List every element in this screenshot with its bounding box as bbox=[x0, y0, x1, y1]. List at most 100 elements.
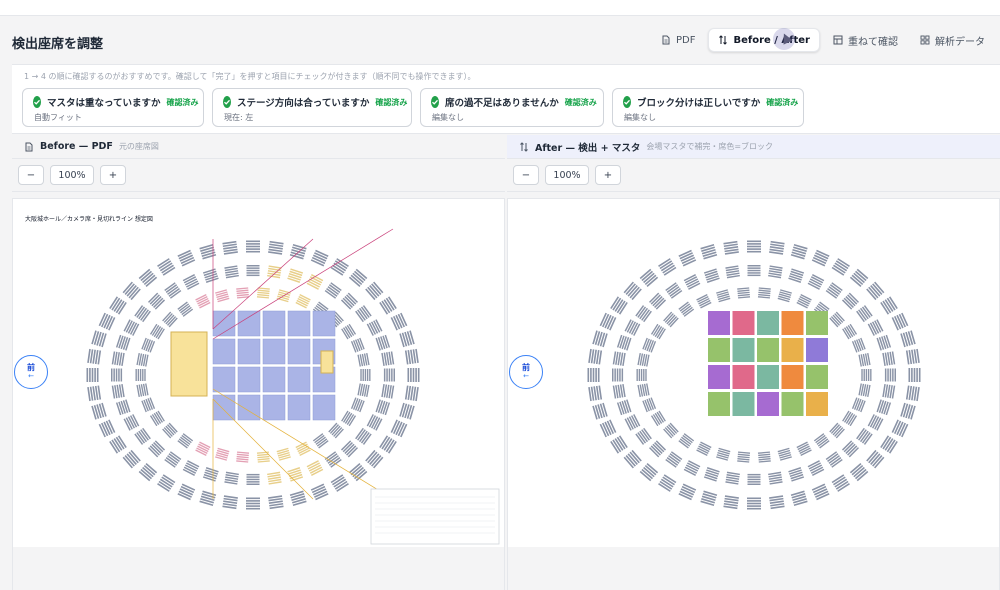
seat-block bbox=[341, 323, 357, 340]
seat-block bbox=[599, 419, 617, 438]
seat-block bbox=[635, 305, 652, 323]
seat-block bbox=[134, 427, 151, 445]
seat-block bbox=[141, 337, 156, 353]
top-strip bbox=[0, 0, 1000, 16]
tab-overlay[interactable]: 重ねて確認 bbox=[824, 28, 907, 52]
tab-analysis[interactable]: 解析データ bbox=[911, 28, 994, 52]
seat-block bbox=[222, 240, 238, 255]
seat-block bbox=[788, 268, 805, 283]
seat-block bbox=[287, 467, 304, 482]
seat-block bbox=[138, 462, 158, 482]
before-pane-subtitle: 元の座席図 bbox=[118, 142, 159, 151]
seat-block bbox=[905, 385, 920, 402]
seat-block bbox=[665, 282, 683, 299]
checklist-cards: マスタは重なっていますか 確認済み 自動フィット ステージ方向は合っていますか … bbox=[22, 88, 804, 127]
seat-block bbox=[825, 282, 843, 299]
seat-block bbox=[849, 268, 869, 288]
check-card-seat-count[interactable]: 席の過不足はありませんか 確認済み 編集なし bbox=[420, 88, 604, 127]
seat-block bbox=[289, 490, 307, 507]
seat-block bbox=[891, 312, 909, 331]
seat-block bbox=[777, 447, 792, 461]
front-label: 前 bbox=[522, 363, 530, 372]
seat-block bbox=[224, 265, 239, 279]
seat-block bbox=[696, 293, 712, 309]
checklist-panel: 1 → 4 の順に確認するのがおすすめです。確認して「完了」を押すと項目にチェッ… bbox=[12, 64, 1000, 134]
file-icon bbox=[25, 142, 33, 151]
seat-block bbox=[375, 334, 391, 351]
seat-block bbox=[813, 433, 830, 449]
seat-block bbox=[624, 319, 641, 336]
check-card-stage-direction[interactable]: ステージ方向は合っていますか 確認済み 現在: 左 bbox=[212, 88, 412, 127]
seat-block bbox=[306, 460, 324, 476]
seat-block bbox=[807, 460, 825, 476]
front-direction-button[interactable]: 前 ← bbox=[509, 355, 543, 389]
seat-block bbox=[147, 292, 166, 310]
seat-block bbox=[725, 265, 740, 279]
seat-block bbox=[149, 323, 165, 340]
seat-block bbox=[202, 467, 219, 482]
check-card-sub: 編集なし bbox=[624, 113, 656, 122]
seat-block bbox=[86, 368, 99, 382]
tab-pdf[interactable]: PDF bbox=[652, 28, 704, 52]
seat-block bbox=[348, 268, 368, 288]
seat-block bbox=[324, 451, 342, 468]
seat-block bbox=[790, 490, 808, 507]
after-canvas[interactable]: 前 ← bbox=[507, 198, 1000, 590]
front-label: 前 bbox=[27, 363, 35, 372]
seat-block bbox=[905, 348, 920, 365]
floor-blocks bbox=[708, 311, 828, 416]
seat-block bbox=[856, 305, 873, 323]
seat-block bbox=[87, 385, 102, 402]
zoom-in-button[interactable]: + bbox=[100, 165, 126, 185]
tab-analysis-label: 解析データ bbox=[935, 36, 985, 48]
seat-block bbox=[867, 414, 884, 431]
seat-block bbox=[723, 240, 739, 255]
after-pane: After — 検出 + マスタ 会場マスタで補完・席色=ブロック − 100%… bbox=[507, 135, 1000, 590]
seat-block bbox=[256, 287, 270, 299]
seat-block bbox=[147, 440, 166, 458]
seat-block bbox=[404, 348, 419, 365]
seat-block bbox=[98, 419, 116, 438]
seat-block bbox=[599, 312, 617, 331]
seat-block bbox=[624, 414, 641, 431]
seat-block bbox=[123, 319, 140, 336]
front-direction-button[interactable]: 前 ← bbox=[14, 355, 48, 389]
seat-block bbox=[366, 414, 383, 431]
seat-block bbox=[379, 296, 397, 315]
seat-block bbox=[851, 337, 866, 353]
seat-block bbox=[716, 447, 731, 461]
seat-block bbox=[769, 240, 785, 255]
seat-block bbox=[650, 323, 666, 340]
seat-block bbox=[177, 433, 194, 449]
tab-pdf-label: PDF bbox=[675, 34, 696, 46]
camera-platform bbox=[320, 350, 334, 374]
check-card-block-split[interactable]: ブロック分けは正しいですか 確認済み 編集なし bbox=[612, 88, 804, 127]
before-canvas[interactable]: 大阪城ホール／カメラ席・見切れライン 想定図 前 ← bbox=[12, 198, 505, 590]
seat-block bbox=[365, 449, 384, 469]
seat-block bbox=[381, 351, 395, 366]
seat-block bbox=[612, 384, 626, 399]
after-seat-map bbox=[587, 240, 921, 510]
seat-block bbox=[199, 490, 217, 507]
check-card-master-overlap[interactable]: マスタは重なっていますか 確認済み 自動フィット bbox=[22, 88, 204, 127]
seat-block bbox=[366, 319, 383, 336]
seat-block bbox=[610, 435, 628, 454]
seat-block bbox=[246, 265, 260, 277]
seat-block bbox=[757, 287, 771, 299]
seat-block bbox=[123, 414, 140, 431]
seat-block bbox=[880, 296, 898, 315]
seat-block bbox=[811, 249, 830, 267]
seat-block bbox=[390, 312, 408, 331]
zoom-out-button[interactable]: − bbox=[18, 165, 44, 185]
seat-block bbox=[642, 397, 657, 413]
seat-block bbox=[723, 495, 739, 510]
zoom-in-button[interactable]: + bbox=[595, 165, 621, 185]
seat-block bbox=[747, 497, 761, 510]
seat-block bbox=[195, 293, 211, 309]
seat-block bbox=[111, 368, 123, 382]
seat-block bbox=[268, 495, 284, 510]
seat-block bbox=[202, 268, 219, 283]
tab-before-after[interactable]: Before / After bbox=[708, 28, 820, 52]
file-icon bbox=[662, 35, 670, 45]
zoom-out-button[interactable]: − bbox=[513, 165, 539, 185]
